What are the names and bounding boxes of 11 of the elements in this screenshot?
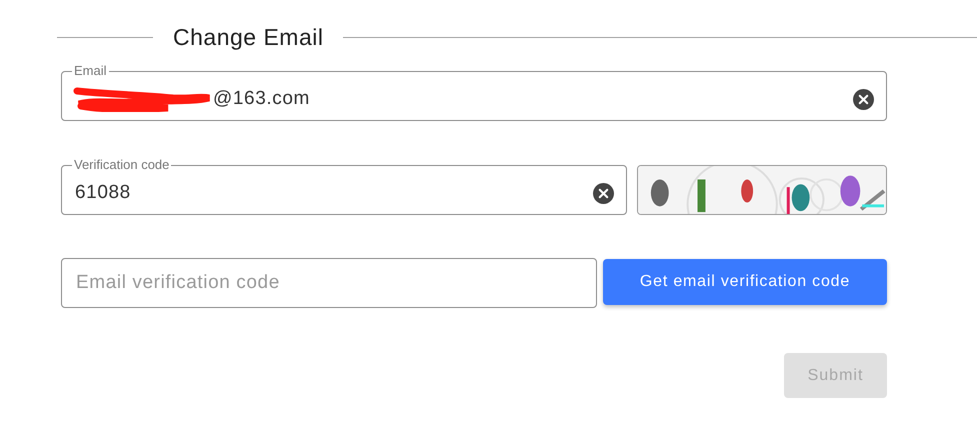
verification-code-field[interactable]: Verification code 61088 (61, 158, 627, 215)
section-title: Change Email (173, 24, 324, 51)
email-verification-code-field[interactable]: Email verification code (61, 258, 597, 308)
email-value: @163.com (213, 88, 311, 110)
clear-icon[interactable] (593, 182, 614, 204)
get-code-button[interactable]: Get email verification code (603, 259, 887, 305)
clear-icon[interactable] (853, 88, 874, 110)
field-label: Verification code (73, 158, 170, 172)
field-label: Email (73, 64, 108, 78)
verification-code-value: 61088 (75, 182, 132, 204)
email-field[interactable]: Email @163.com (61, 64, 887, 121)
